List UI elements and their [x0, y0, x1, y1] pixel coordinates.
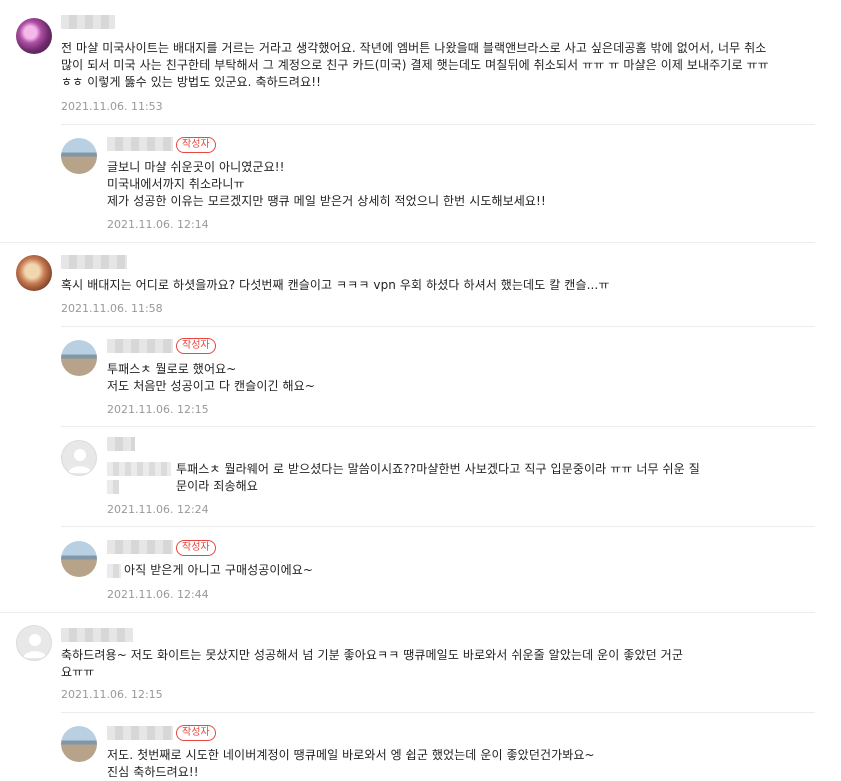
- divider: [0, 242, 815, 243]
- blurred-mention: [107, 480, 119, 494]
- divider: [61, 124, 815, 125]
- comment-text: 혹시 배대지는 어디로 하셧을까요? 다섯번째 캔슬이고 ㅋㅋㅋ vpn 우회 …: [61, 278, 610, 292]
- nickname[interactable]: [107, 540, 173, 554]
- comment-date: 2021.11.06. 11:53: [61, 100, 163, 113]
- blurred-mention: [107, 564, 121, 578]
- avatar[interactable]: [61, 440, 97, 476]
- nickname[interactable]: [61, 628, 133, 642]
- divider: [61, 326, 815, 327]
- comment-text: 저도. 첫번째로 시도한 네이버계정이 땡큐메일 바로와서 엥 쉽군 했었는데 …: [107, 748, 595, 779]
- comment-date: 2021.11.06. 12:44: [107, 588, 209, 601]
- nickname[interactable]: [107, 137, 173, 151]
- nickname[interactable]: [107, 339, 173, 353]
- nickname[interactable]: [61, 255, 127, 269]
- comment-date: 2021.11.06. 12:24: [107, 503, 209, 516]
- comment-text: 아직 받은게 아니고 구매성공이에요~: [124, 563, 313, 577]
- comment-text: 글보니 마샬 쉬운곳이 아니였군요!! 미국내에서까지 취소라니ㅠ 제가 성공한…: [107, 160, 546, 208]
- avatar[interactable]: [16, 255, 52, 291]
- person-silhouette-icon: [23, 634, 47, 658]
- comment-date: 2021.11.06. 12:15: [61, 688, 163, 701]
- avatar[interactable]: [16, 18, 52, 54]
- comment-date: 2021.11.06. 12:15: [107, 403, 209, 416]
- author-badge: 작성자: [176, 137, 216, 153]
- avatar[interactable]: [16, 625, 52, 661]
- comment-text: 전 마샬 미국사이트는 배대지를 거르는 거라고 생각했어요. 작년에 엠버튼 …: [61, 41, 773, 89]
- comment-date: 2021.11.06. 12:14: [107, 218, 209, 231]
- person-silhouette-icon: [68, 449, 92, 473]
- divider: [61, 526, 815, 527]
- author-badge: 작성자: [176, 725, 216, 741]
- avatar[interactable]: [61, 541, 97, 577]
- comment-text: 투패스ㅊ 뭘라웨어 로 받으셨다는 말씀이시죠??마샬한번 사보겠다고 직구 입…: [176, 462, 700, 493]
- comment-date: 2021.11.06. 11:58: [61, 302, 163, 315]
- author-badge: 작성자: [176, 540, 216, 556]
- divider: [61, 712, 815, 713]
- nickname[interactable]: [107, 726, 173, 740]
- divider: [0, 612, 815, 613]
- nickname[interactable]: [107, 437, 135, 451]
- avatar[interactable]: [61, 138, 97, 174]
- divider: [61, 426, 815, 427]
- comment-text: 축하드려용~ 저도 화이트는 못샀지만 성공해서 넘 기분 좋아요ㅋㅋ 땡큐메일…: [61, 648, 683, 679]
- author-badge: 작성자: [176, 338, 216, 354]
- avatar[interactable]: [61, 726, 97, 762]
- blurred-mention: [107, 462, 171, 476]
- avatar[interactable]: [61, 340, 97, 376]
- nickname[interactable]: [61, 15, 115, 29]
- comment-text: 투패스ㅊ 뭘로로 했어요~ 저도 처음만 성공이고 다 캔슬이긴 해요~: [107, 362, 315, 393]
